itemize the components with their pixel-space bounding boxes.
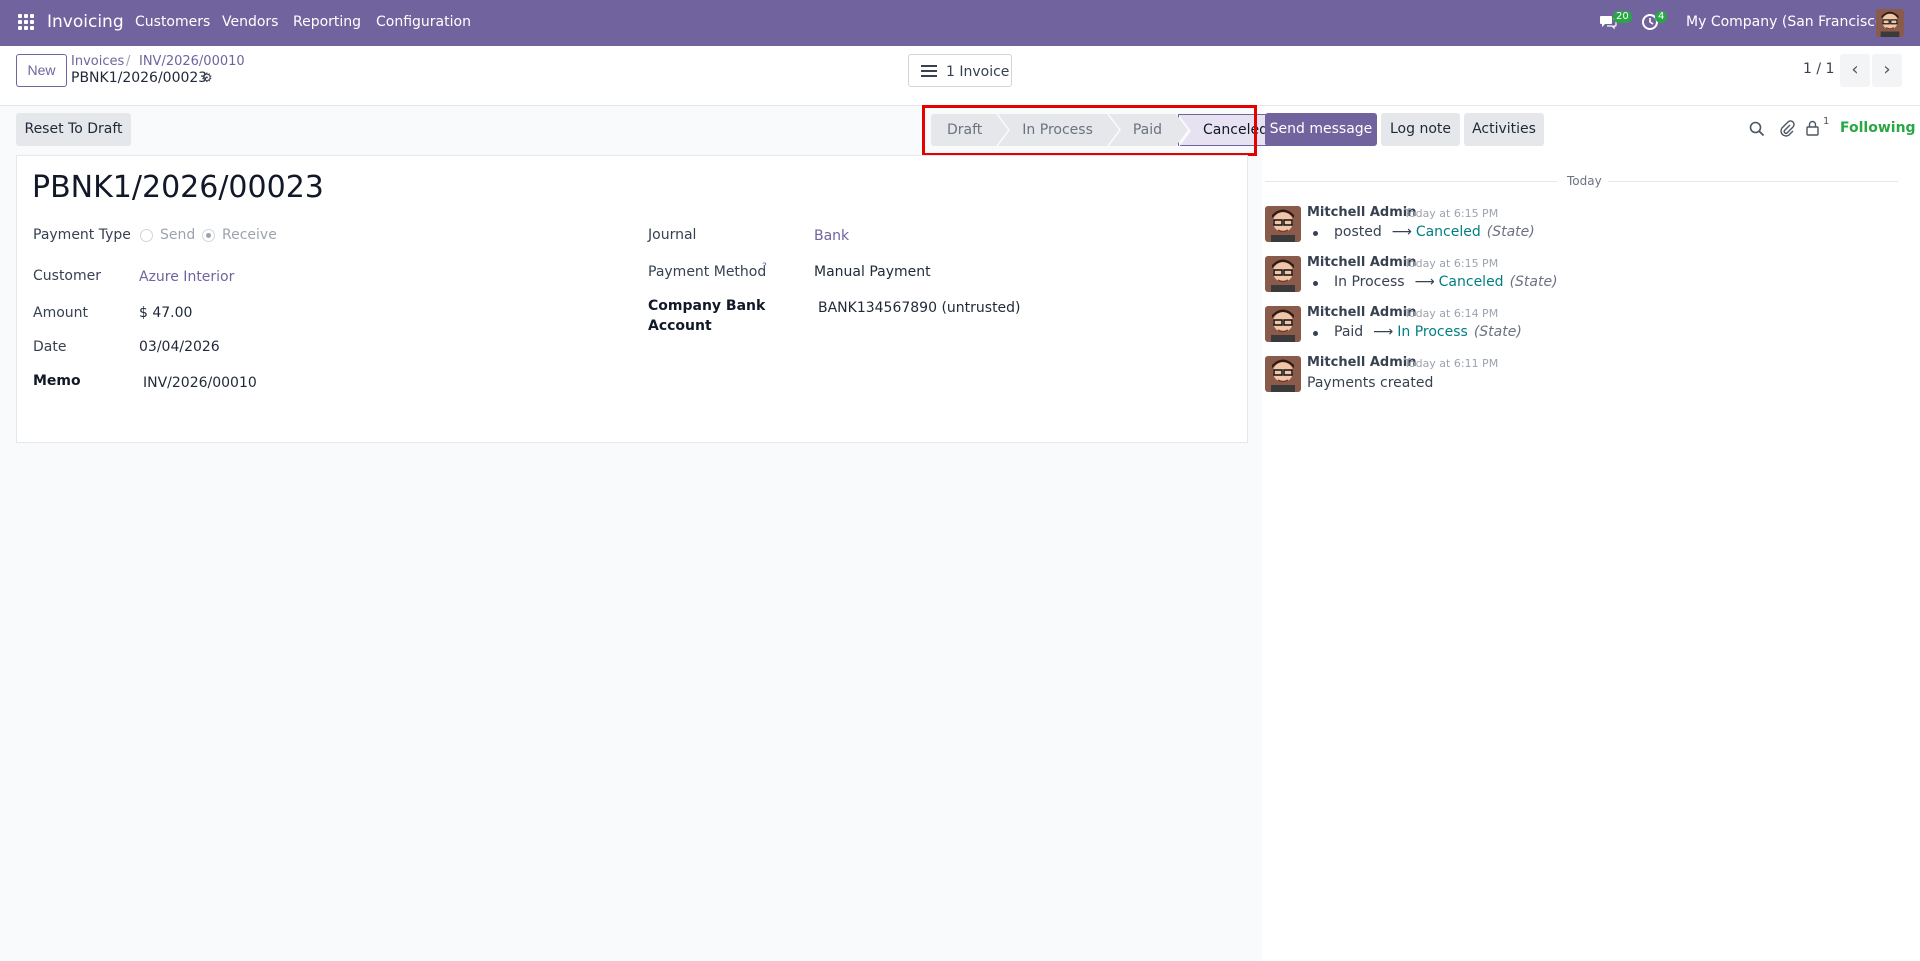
date-label: Date (33, 339, 67, 355)
company-switcher[interactable]: My Company (San Francisco) (1686, 14, 1889, 30)
date-separator: Today (1567, 174, 1602, 188)
memo-field[interactable]: INV/2026/00010 (143, 375, 257, 391)
chevron-right-icon: › (1883, 59, 1891, 80)
status-bar-highlight-box (922, 105, 1257, 156)
breadcrumb-invoice-record[interactable]: INV/2026/00010 (139, 54, 245, 69)
search-icon[interactable] (1749, 121, 1765, 137)
paperclip-icon[interactable] (1779, 120, 1795, 137)
journal-field[interactable]: Bank (814, 228, 849, 244)
date-separator-line-right (1608, 181, 1898, 182)
breadcrumb-invoices[interactable]: Invoices (71, 54, 124, 69)
smart-button-label: 1 Invoice (946, 64, 1010, 80)
tracking-old-value: Paid (1334, 324, 1364, 340)
customer-field[interactable]: Azure Interior (139, 269, 234, 285)
pager-next-button[interactable]: › (1872, 54, 1902, 87)
message-author[interactable]: Mitchell Admin (1307, 205, 1416, 220)
tracking-old-value: posted (1334, 224, 1382, 240)
tracking-bullet (1313, 231, 1318, 236)
tracking-field-name: (State) (1486, 224, 1535, 240)
tracking-value: In Process ⟶ Canceled (State) (1334, 274, 1558, 290)
tracking-new-value: Canceled (1415, 224, 1481, 240)
app-name[interactable]: Invoicing (47, 12, 124, 32)
log-note-button[interactable]: Log note (1381, 113, 1460, 146)
memo-label: Memo (33, 373, 81, 389)
arrow-right-icon: ⟶ (1414, 274, 1435, 290)
invoice-smart-button[interactable]: 1 Invoice (908, 54, 1012, 87)
new-button[interactable]: New (16, 54, 67, 87)
breadcrumb-current-record: PBNK1/2026/00023 (71, 70, 208, 86)
message-author[interactable]: Mitchell Admin (1307, 355, 1416, 370)
menu-configuration[interactable]: Configuration (376, 14, 471, 30)
activities-badge: 4 (1655, 11, 1668, 23)
arrow-right-icon: ⟶ (1391, 224, 1412, 240)
message-time: Today at 6:15 PM (1404, 257, 1499, 270)
customer-label: Customer (33, 268, 102, 284)
message-avatar[interactable] (1265, 256, 1301, 292)
amount-field[interactable]: $ 47.00 (139, 305, 192, 321)
payment-method-label: Payment Method (648, 264, 767, 280)
top-navbar: Invoicing Customers Vendors Reporting Co… (0, 0, 1920, 46)
user-avatar[interactable] (1876, 9, 1904, 37)
list-icon (921, 65, 937, 80)
arrow-right-icon: ⟶ (1373, 324, 1394, 340)
payment-type-receive-label: Receive (222, 227, 277, 243)
payment-type-send-radio[interactable] (140, 229, 153, 242)
payment-type-receive-radio[interactable] (202, 229, 215, 242)
message-author[interactable]: Mitchell Admin (1307, 255, 1416, 270)
message-time: Today at 6:14 PM (1404, 307, 1499, 320)
help-tooltip-icon[interactable]: ? (762, 262, 767, 272)
apps-menu-icon[interactable] (18, 14, 34, 30)
lock-icon[interactable] (1806, 120, 1819, 136)
message-time: Today at 6:15 PM (1404, 207, 1499, 220)
tracking-new-value: Canceled (1438, 274, 1504, 290)
company-bank-account-field[interactable]: BANK134567890 (untrusted) (818, 300, 1021, 316)
pager-value[interactable]: 1 / 1 (1803, 61, 1834, 77)
followers-count: 1 (1823, 116, 1830, 127)
menu-vendors[interactable]: Vendors (222, 14, 278, 30)
date-field[interactable]: 03/04/2026 (139, 339, 220, 355)
payment-type-send-label: Send (160, 227, 196, 243)
tracking-value: Paid ⟶ In Process (State) (1334, 324, 1522, 340)
message-avatar[interactable] (1265, 356, 1301, 392)
company-bank-account-label-line2: Account (648, 318, 712, 334)
payment-method-field[interactable]: Manual Payment (814, 264, 931, 280)
payment-title: PBNK1/2026/00023 (32, 170, 324, 205)
breadcrumb-separator: / (126, 54, 131, 69)
tracking-new-value: In Process (1397, 324, 1468, 340)
activities-button[interactable]: Activities (1464, 113, 1544, 146)
messages-badge: 20 (1613, 11, 1632, 23)
menu-customers[interactable]: Customers (135, 14, 210, 30)
tracking-field-name: (State) (1473, 324, 1522, 340)
amount-label: Amount (33, 305, 89, 321)
menu-reporting[interactable]: Reporting (293, 14, 361, 30)
tracking-bullet (1313, 281, 1318, 286)
payment-type-label: Payment Type (33, 227, 131, 243)
journal-label: Journal (648, 227, 697, 243)
tracking-value: posted ⟶ Canceled (State) (1334, 224, 1535, 240)
chevron-left-icon: ‹ (1851, 59, 1859, 80)
reset-to-draft-button[interactable]: Reset To Draft (16, 113, 131, 146)
record-gear-icon[interactable]: ⚙ (201, 71, 213, 86)
tracking-bullet (1313, 331, 1318, 336)
message-body: Payments created (1307, 375, 1434, 391)
send-message-button[interactable]: Send message (1265, 113, 1377, 146)
message-time: Today at 6:11 PM (1404, 357, 1499, 370)
tracking-old-value: In Process (1334, 274, 1405, 290)
company-bank-account-label-line1: Company Bank (648, 298, 766, 314)
tracking-field-name: (State) (1509, 274, 1558, 290)
message-avatar[interactable] (1265, 306, 1301, 342)
following-button[interactable]: Following (1840, 120, 1916, 136)
pager-previous-button[interactable]: ‹ (1840, 54, 1870, 87)
date-separator-line-left (1265, 181, 1557, 182)
message-avatar[interactable] (1265, 206, 1301, 242)
message-author[interactable]: Mitchell Admin (1307, 305, 1416, 320)
